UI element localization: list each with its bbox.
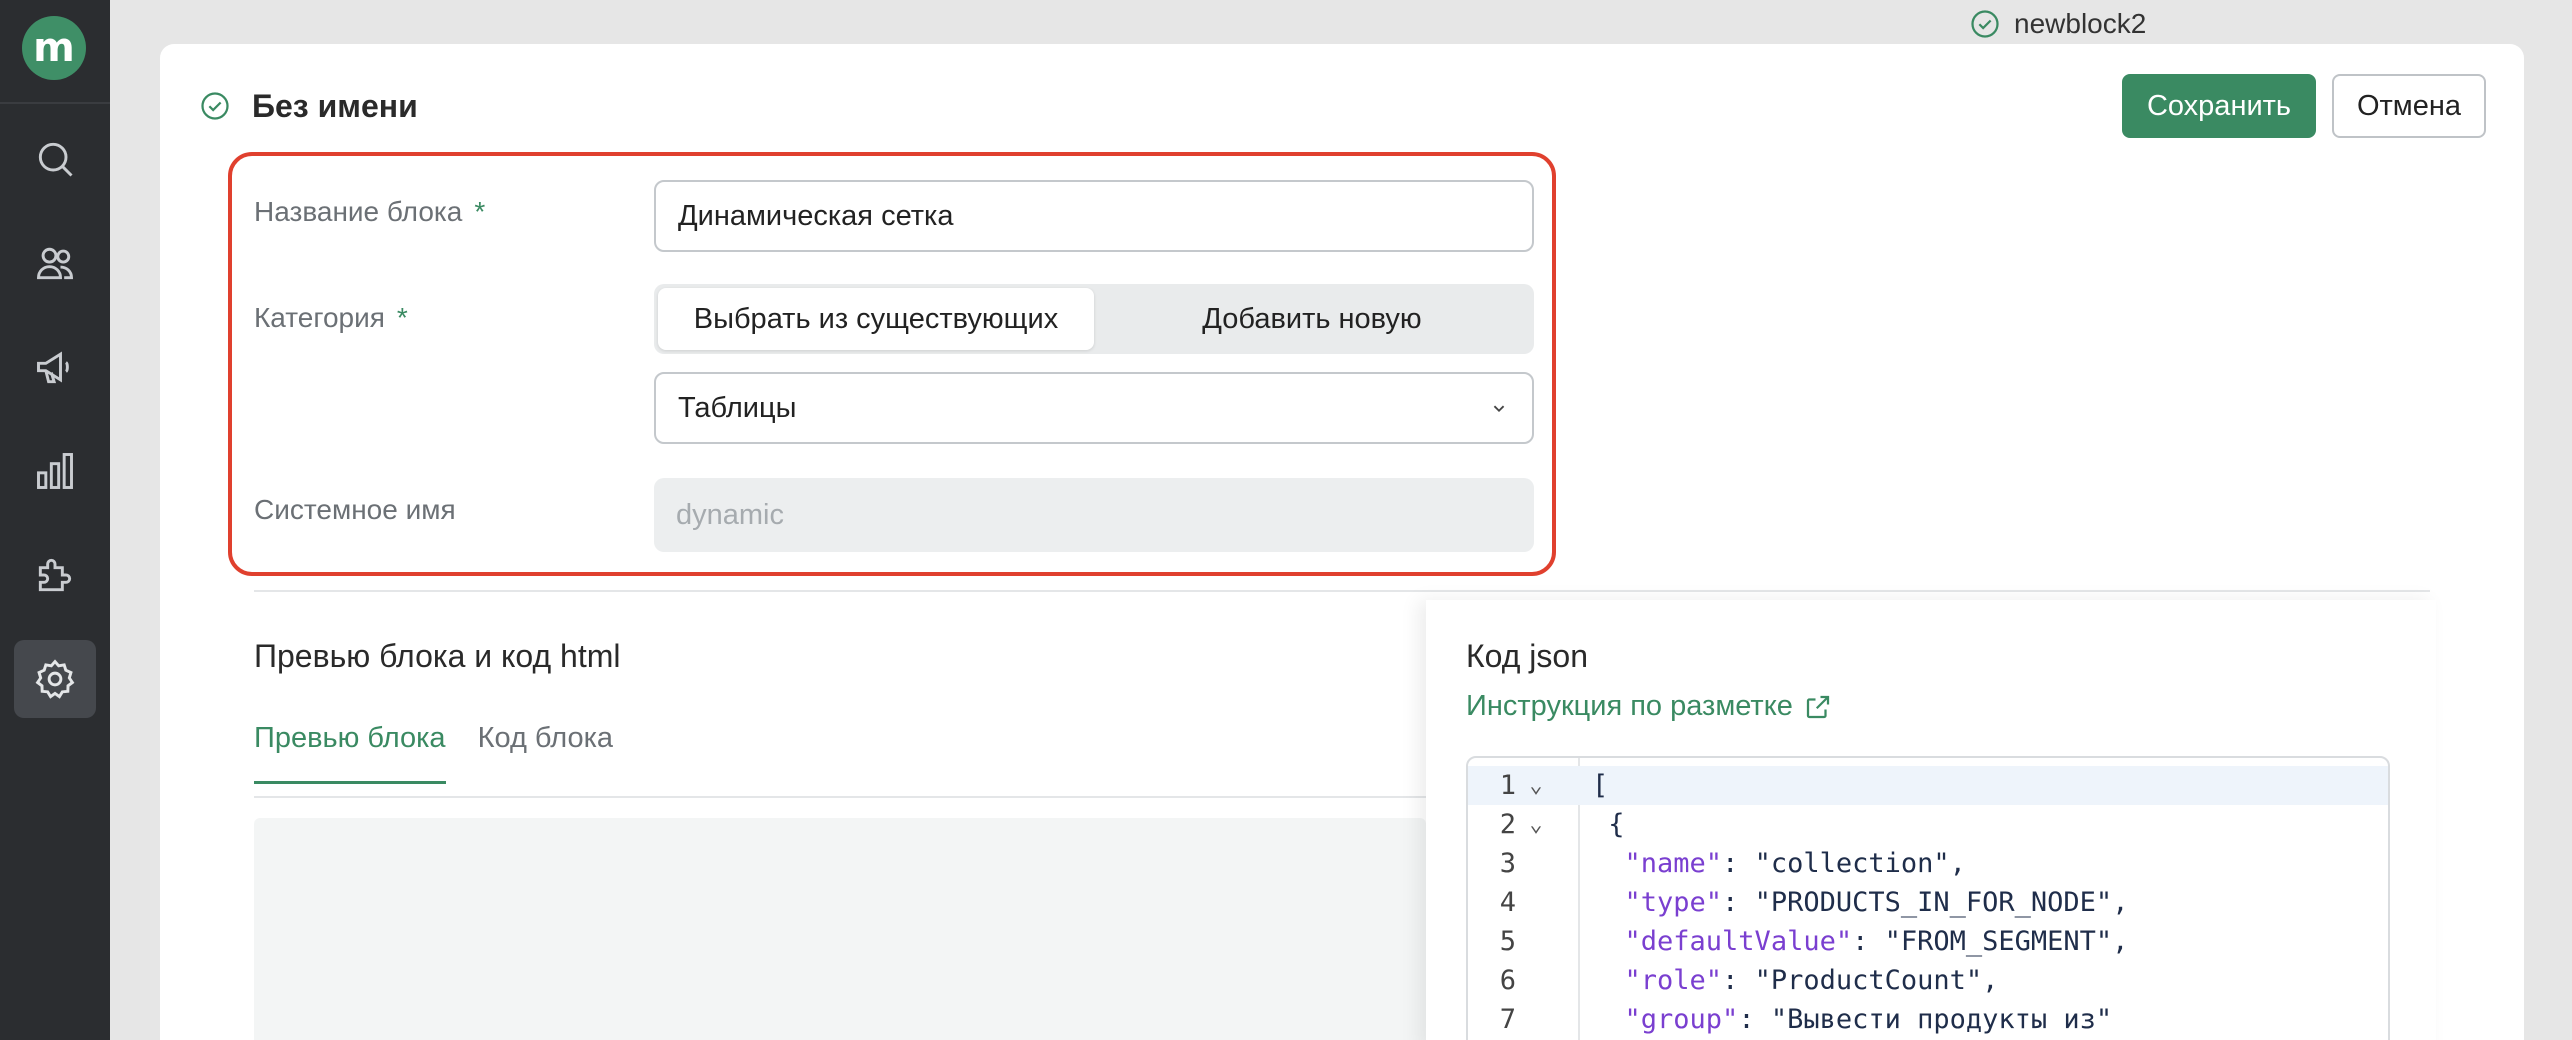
json-value: : "Вывести продукты из"	[1738, 1004, 2113, 1035]
segment-existing[interactable]: Выбрать из существующих	[658, 288, 1094, 350]
page-title: Без имени	[252, 87, 418, 124]
required-mark: *	[396, 302, 408, 333]
preview-area	[254, 818, 1426, 1040]
code-line: 1 ⌄ [	[1468, 766, 2388, 805]
preview-tabs: Превью блока Код блока	[254, 722, 613, 784]
tabs-underline	[254, 796, 1426, 798]
json-value: : "collection",	[1722, 848, 1966, 879]
top-status: newblock2	[1970, 6, 2146, 42]
app-logo[interactable]: m	[22, 16, 86, 80]
card-header: Без имени	[200, 84, 418, 128]
json-code-editor[interactable]: 1 ⌄ [ 2 ⌄ { 3 "name": "collection", 4 "t…	[1466, 756, 2390, 1040]
fold-chevron-icon[interactable]: ⌄	[1516, 812, 1556, 837]
json-value: : "ProductCount",	[1722, 965, 1999, 996]
tab-code[interactable]: Код блока	[478, 722, 614, 784]
block-name-label: Название блока *	[254, 196, 485, 228]
category-label-text: Категория	[254, 302, 385, 333]
code-text: [	[1592, 770, 1609, 801]
system-name-input: dynamic	[654, 478, 1534, 552]
megaphone-icon[interactable]	[14, 328, 96, 406]
line-number: 6	[1499, 965, 1516, 996]
code-text: "group": "Вывести продукты из"	[1592, 1004, 2113, 1035]
block-name-label-text: Название блока	[254, 196, 463, 227]
check-circle-icon	[1971, 10, 1999, 38]
code-line: 2 ⌄ {	[1468, 805, 2388, 844]
code-line: 4 "type": "PRODUCTS_IN_FOR_NODE",	[1468, 883, 2388, 922]
top-status-label: newblock2	[2014, 8, 2147, 39]
line-number: 5	[1499, 926, 1516, 957]
segment-new[interactable]: Добавить новую	[1094, 288, 1530, 350]
puzzle-icon[interactable]	[14, 536, 96, 614]
code-text: "role": "ProductCount",	[1592, 965, 1999, 996]
code-line: 6 "role": "ProductCount",	[1468, 961, 2388, 1000]
json-key: "group"	[1624, 1004, 1739, 1035]
preview-section-title: Превью блока и код html	[254, 638, 621, 674]
block-name-input[interactable]: Динамическая сетка	[654, 180, 1534, 252]
tab-preview[interactable]: Превью блока	[254, 722, 446, 784]
line-number: 4	[1499, 887, 1516, 918]
settings-icon[interactable]	[14, 640, 96, 718]
line-number: 3	[1499, 848, 1516, 879]
category-select[interactable]: Таблицы	[654, 372, 1534, 444]
fold-chevron-icon[interactable]: ⌄	[1516, 773, 1556, 798]
json-key: "defaultValue"	[1624, 926, 1853, 957]
code-text: "defaultValue": "FROM_SEGMENT",	[1592, 926, 2129, 957]
json-section-title: Код json	[1466, 638, 1588, 674]
json-key: "type"	[1624, 887, 1723, 918]
code-line: 3 "name": "collection",	[1468, 844, 2388, 883]
system-name-value: dynamic	[676, 498, 784, 531]
block-name-value: Динамическая сетка	[678, 199, 954, 232]
json-value: : "FROM_SEGMENT",	[1852, 926, 2129, 957]
required-mark: *	[474, 196, 486, 227]
json-key: "role"	[1624, 965, 1723, 996]
sidebar-divider	[0, 102, 110, 104]
chevron-down-icon	[1493, 405, 1505, 413]
instruction-link[interactable]: Инструкция по разметке	[1466, 690, 1833, 723]
check-circle-icon	[201, 92, 229, 120]
category-label: Категория *	[254, 302, 408, 334]
save-button[interactable]: Сохранить	[2122, 74, 2316, 138]
system-name-label: Системное имя	[254, 494, 456, 525]
sidebar: m	[0, 0, 110, 1040]
code-line: 5 "defaultValue": "FROM_SEGMENT",	[1468, 922, 2388, 961]
cancel-button[interactable]: Отмена	[2332, 74, 2486, 138]
json-value: : "PRODUCTS_IN_FOR_NODE",	[1722, 887, 2129, 918]
code-text: "name": "collection",	[1592, 848, 1966, 879]
json-key: "name"	[1624, 848, 1723, 879]
code-text: "type": "PRODUCTS_IN_FOR_NODE",	[1592, 887, 2129, 918]
line-number: 1	[1499, 770, 1516, 801]
instruction-link-text: Инструкция по разметке	[1466, 690, 1793, 722]
code-line: 7 "group": "Вывести продукты из"	[1468, 1000, 2388, 1039]
search-icon[interactable]	[14, 120, 96, 198]
external-link-icon	[1806, 695, 1829, 718]
category-select-value: Таблицы	[678, 391, 797, 424]
code-text: {	[1592, 809, 1625, 840]
category-mode-toggle: Выбрать из существующих Добавить новую	[654, 284, 1534, 354]
line-number: 2	[1499, 809, 1516, 840]
section-divider	[254, 590, 2430, 592]
line-number: 7	[1499, 1004, 1516, 1035]
users-icon[interactable]	[14, 224, 96, 302]
analytics-icon[interactable]	[14, 432, 96, 510]
